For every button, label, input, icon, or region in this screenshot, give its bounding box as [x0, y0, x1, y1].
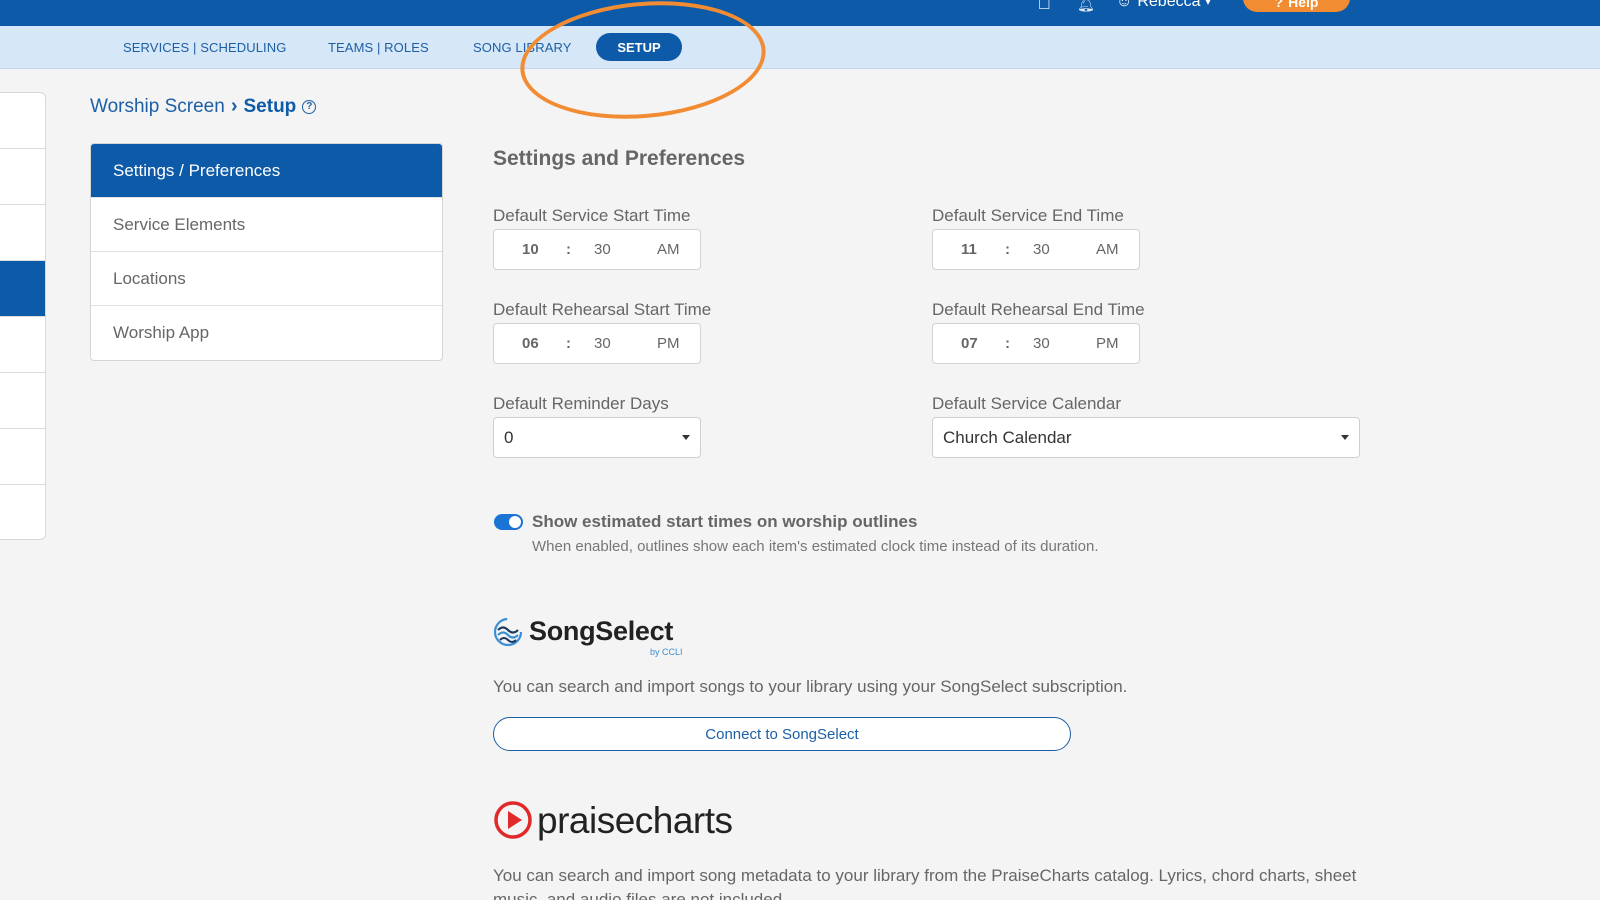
toggle-label: Show estimated start times on worship ou… — [532, 512, 918, 531]
rehearsal-start-label: Default Rehearsal Start Time — [493, 300, 712, 319]
settings-side-menu: Settings / Preferences Service Elements … — [90, 143, 443, 361]
nav-song-library[interactable]: SONG LIBRARY — [473, 40, 572, 55]
rail-item[interactable] — [0, 485, 45, 541]
service-end-time-input[interactable]: 11 : 30 AM — [932, 229, 1140, 270]
rail-item[interactable] — [0, 149, 45, 205]
left-rail — [0, 92, 46, 540]
reminder-days-label: Default Reminder Days — [493, 394, 669, 413]
rail-item-active[interactable] — [0, 261, 45, 317]
hour-field[interactable]: 11 — [961, 241, 977, 258]
service-start-time-input[interactable]: 10 : 30 AM — [493, 229, 701, 270]
ampm-field[interactable]: PM — [1096, 335, 1119, 352]
dropdown-caret-icon — [682, 435, 690, 440]
rail-item[interactable] — [0, 317, 45, 373]
sub-nav: SERVICES | SCHEDULING TEAMS | ROLES SONG… — [0, 26, 1600, 69]
service-start-label: Default Service Start Time — [493, 206, 691, 225]
minute-field[interactable]: 30 — [594, 335, 611, 352]
rehearsal-end-time-input[interactable]: 07 : 30 PM — [932, 323, 1140, 364]
praisecharts-description: You can search and import song metadata … — [493, 866, 1357, 900]
rehearsal-end-label: Default Rehearsal End Time — [932, 300, 1145, 319]
ampm-field[interactable]: AM — [657, 241, 680, 258]
songselect-wordmark: SongSelect — [529, 616, 674, 646]
section-title: Settings and Preferences — [493, 147, 746, 170]
side-menu-item-locations[interactable]: Locations — [91, 252, 442, 306]
time-separator: : — [566, 335, 571, 352]
user-name: Rebecca — [1137, 0, 1201, 10]
service-calendar-value: Church Calendar — [943, 427, 1072, 447]
toggle-knob — [509, 516, 521, 528]
start-times-toggle[interactable] — [494, 514, 523, 530]
ampm-field[interactable]: PM — [657, 335, 680, 352]
nav-services-scheduling[interactable]: SERVICES | SCHEDULING — [123, 40, 286, 55]
reminder-days-value: 0 — [504, 427, 514, 447]
minute-field[interactable]: 30 — [594, 241, 611, 258]
songselect-byline: by CCLI — [650, 647, 683, 657]
time-separator: : — [1005, 241, 1010, 258]
breadcrumb-parent[interactable]: Worship Screen — [90, 96, 225, 118]
songselect-logo: SongSelect by CCLI — [493, 616, 683, 657]
breadcrumb: Worship Screen › Setup ? — [90, 95, 317, 118]
rehearsal-start-time-input[interactable]: 06 : 30 PM — [493, 323, 701, 364]
connect-songselect-button[interactable]: Connect to SongSelect — [493, 717, 1071, 751]
chevron-down-icon: ▾ — [1205, 0, 1211, 8]
chevron-right-icon: › — [230, 95, 238, 117]
service-end-label: Default Service End Time — [932, 206, 1124, 225]
hour-field[interactable]: 07 — [961, 335, 978, 352]
user-avatar-icon: ☺ — [1116, 0, 1133, 10]
dropdown-caret-icon — [1341, 435, 1349, 440]
side-menu-item-worship-app[interactable]: Worship App — [91, 306, 442, 360]
service-calendar-label: Default Service Calendar — [932, 394, 1121, 413]
songselect-waves-icon — [493, 617, 523, 646]
time-separator: : — [1005, 335, 1010, 352]
user-menu[interactable]: ☺ Rebecca ▾ — [1116, 0, 1211, 11]
service-calendar-select[interactable]: Church Calendar — [932, 417, 1360, 458]
praisecharts-wordmark: praisecharts — [537, 799, 733, 841]
help-icon: ? — [1274, 0, 1284, 10]
nav-teams-roles[interactable]: TEAMS | ROLES — [328, 40, 429, 55]
hour-field[interactable]: 10 — [522, 241, 539, 258]
rail-item[interactable] — [0, 429, 45, 485]
ampm-field[interactable]: AM — [1096, 241, 1119, 258]
question-icon[interactable]: ? — [302, 99, 317, 114]
time-separator: : — [566, 241, 571, 258]
side-menu-item-service-elements[interactable]: Service Elements — [91, 198, 442, 252]
rail-item[interactable] — [0, 93, 45, 149]
praisecharts-logo: praisecharts — [493, 800, 733, 840]
hour-field[interactable]: 06 — [522, 335, 539, 352]
minute-field[interactable]: 30 — [1033, 241, 1050, 258]
nav-setup[interactable]: SETUP — [596, 33, 682, 61]
minute-field[interactable]: 30 — [1033, 335, 1050, 352]
reminder-days-select[interactable]: 0 — [493, 417, 701, 458]
help-button[interactable]: ? Help — [1243, 0, 1350, 12]
top-bar: ☐ 🔔︎ ☺ Rebecca ▾ ? Help — [0, 0, 1600, 26]
breadcrumb-current: Setup — [243, 95, 297, 117]
songselect-description: You can search and import songs to your … — [493, 677, 1128, 696]
bell-icon[interactable]: 🔔︎ — [1077, 0, 1095, 13]
help-label: Help — [1288, 0, 1319, 10]
rail-item[interactable] — [0, 373, 45, 429]
side-menu-item-settings[interactable]: Settings / Preferences — [91, 144, 442, 198]
rail-item[interactable] — [0, 205, 45, 261]
toggle-help-text: When enabled, outlines show each item's … — [532, 538, 1099, 555]
praisecharts-play-icon — [494, 801, 532, 839]
document-icon[interactable]: ☐ — [1038, 0, 1051, 13]
